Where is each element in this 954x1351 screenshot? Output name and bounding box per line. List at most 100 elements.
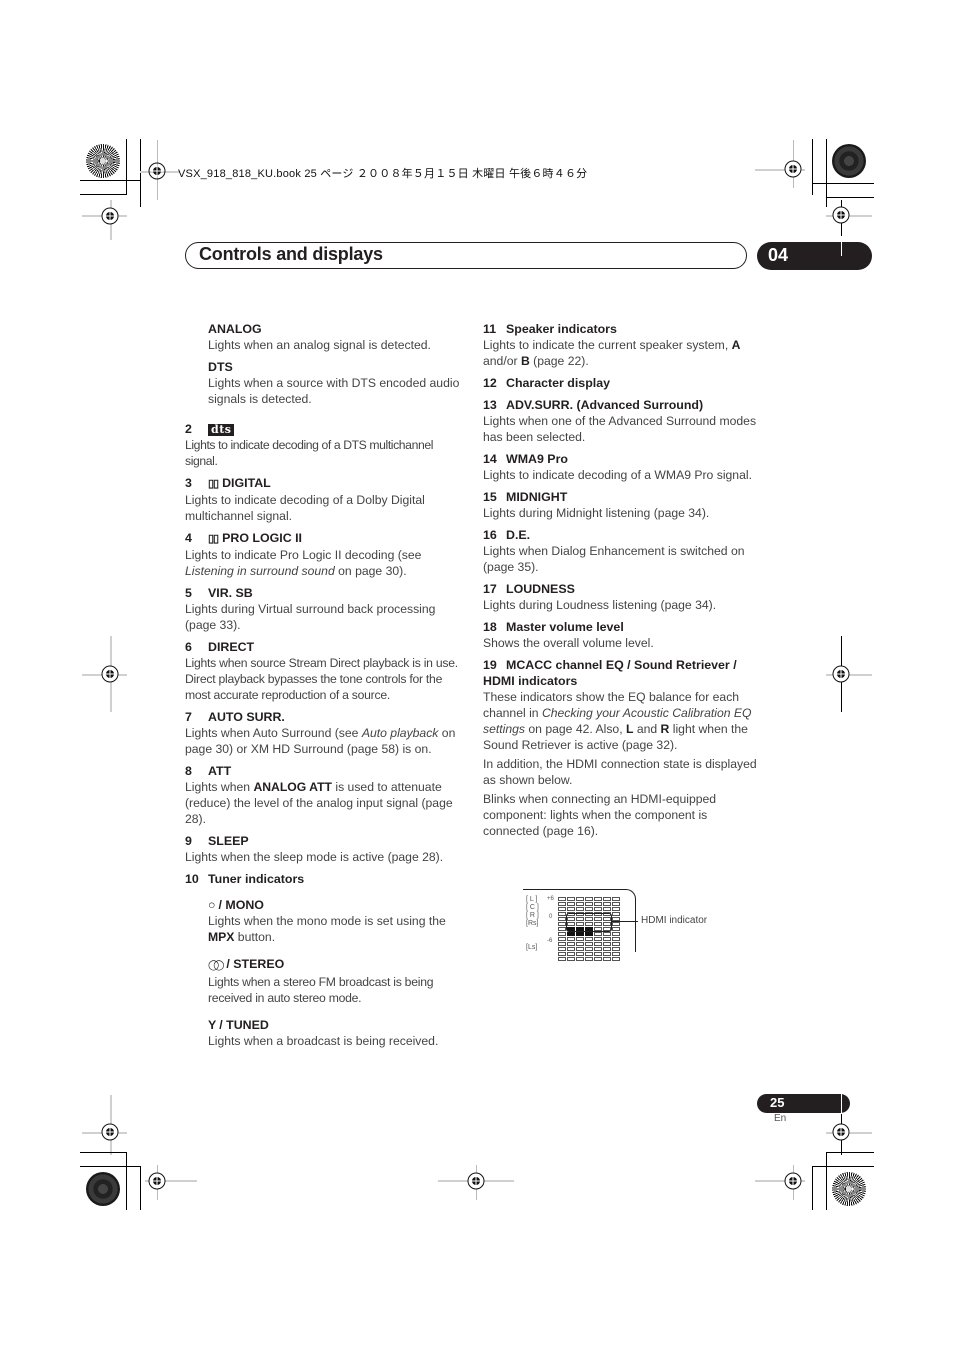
entry-number: 12 (483, 376, 497, 390)
registration-wheel-icon (832, 1172, 866, 1206)
eq-bar-cell (594, 902, 602, 906)
entry-title: Speaker indicators (506, 322, 617, 336)
eq-bar-cell (585, 902, 593, 906)
eq-bar-cell (585, 957, 593, 961)
eq-bar-cell (603, 942, 611, 946)
entry-number: 2 (185, 422, 192, 436)
eq-bar-cell (612, 907, 620, 911)
page-number: 25 (770, 1095, 785, 1110)
eq-bar-cell (558, 932, 566, 936)
entry-title: LOUDNESS (506, 582, 575, 596)
entry-description: Lights during Loudness listening (page 3… (483, 598, 717, 612)
entry-number: 11 (483, 322, 497, 336)
entry-dts: DTS Lights when a source with DTS encode… (185, 359, 467, 407)
eq-bar-cell (558, 912, 566, 916)
entry-number: 15 (483, 490, 497, 504)
entry-number: 8 (185, 764, 192, 778)
eq-bar-cell (576, 907, 584, 911)
eq-bar-column (558, 897, 566, 962)
entry-description: Lights when one of the Advanced Surround… (483, 414, 757, 444)
eq-bar-cell (612, 927, 620, 931)
entry-description: Shows the overall volume level. (483, 636, 654, 650)
entry-description: Lights to indicate the current speaker s… (483, 338, 741, 368)
eq-bar-cell (594, 952, 602, 956)
eq-bar-cell (594, 947, 602, 951)
hdmi-indicator-highlight (566, 913, 612, 932)
entry-title: Tuner indicators (208, 872, 305, 886)
registration-mark-icon (832, 206, 850, 224)
eq-bar-cell (576, 902, 584, 906)
eq-bar-cell (567, 907, 575, 911)
eq-bar-cell (558, 942, 566, 946)
entry-title: MCACC channel EQ / Sound Retriever / HDM… (483, 658, 737, 688)
registration-wheel-icon (832, 144, 866, 178)
eq-bar-cell (558, 957, 566, 961)
entry-9: 9 SLEEP Lights when the sleep mode is act… (185, 833, 467, 865)
eq-bar-cell (585, 907, 593, 911)
tuner-entry-mono: ○ / MONO Lights when the mono mode is set… (185, 897, 467, 945)
entry-title: VIR. SB (208, 586, 253, 600)
eq-bar-cell (567, 937, 575, 941)
entry-number: 13 (483, 398, 497, 412)
entry-title: Master volume level (506, 620, 624, 634)
entry-12: 12 Character display (483, 375, 765, 391)
entry-number: 10 (185, 872, 199, 886)
right-column: 11 Speaker indicators Lights to indicate … (483, 321, 765, 845)
registration-mark-icon (832, 665, 850, 683)
entry-description: Lights when a stereo FM broadcast is bei… (208, 975, 434, 1005)
dolby-icon: ▯▯ (208, 478, 219, 490)
entry-5: 5 VIR. SB Lights during Virtual surround … (185, 585, 467, 633)
entry-title: WMA9 Pro (506, 452, 568, 466)
entry-description: Lights when a broadcast is being receive… (208, 1034, 439, 1048)
hdmi-indicator-label: HDMI indicator (641, 915, 708, 926)
entry-number: 7 (185, 710, 192, 724)
entry-3: 3 ▯▯ DIGITAL Lights to indicate decoding o… (185, 475, 467, 524)
entry-description: Lights when Auto Surround (see Auto play… (185, 726, 456, 756)
eq-bar-cell (585, 932, 593, 936)
entry-4: 4 ▯▯ PRO LOGIC II Lights to indicate Pro L… (185, 530, 467, 579)
entry-title: Character display (506, 376, 610, 390)
left-column: ANALOG Lights when an analog signal is d… (185, 321, 467, 1055)
entry-19: 19 MCACC channel EQ / Sound Retriever / H… (483, 657, 765, 839)
channel-labels: [ L ] [ C ] [ R ] [Rs] [Ls] (526, 896, 539, 951)
dolby-icon: ▯▯ (208, 533, 219, 545)
mono-icon: ○ (208, 898, 216, 912)
tuned-icon: Y (208, 1018, 217, 1032)
registration-mark-icon (101, 1123, 119, 1141)
registration-mark-icon (832, 1123, 850, 1141)
entry-description: Lights during Virtual surround back proc… (185, 602, 436, 632)
entry-number: 4 (185, 531, 192, 545)
eq-bar-cell (558, 907, 566, 911)
entry-10: 10 Tuner indicators (185, 871, 467, 887)
eq-bar-cell (576, 942, 584, 946)
cross-reference: Auto playback (361, 726, 439, 740)
eq-bar-cell (594, 897, 602, 901)
entry-title: ATT (208, 764, 232, 778)
eq-bar-cell (558, 937, 566, 941)
entry-title: DTS (208, 360, 233, 374)
eq-bar-cell (567, 897, 575, 901)
entry-description: Lights during Midnight listening (page 3… (483, 506, 710, 520)
registration-wheel-icon (86, 144, 120, 178)
tuner-entry-stereo: ◯◯ / STEREO Lights when a stereo FM broad… (185, 956, 467, 1006)
entry-title: DIGITAL (222, 476, 271, 490)
eq-bar-cell (612, 957, 620, 961)
entry-number: 18 (483, 620, 497, 634)
eq-bar-cell (612, 922, 620, 926)
eq-bar-cell (612, 932, 620, 936)
eq-bar-cell (594, 957, 602, 961)
entry-17: 17 LOUDNESS Lights during Loudness listen… (483, 581, 765, 613)
entry-description: Lights when an analog signal is detected… (208, 338, 431, 352)
eq-bar-column (612, 897, 620, 962)
entry-analog: ANALOG Lights when an analog signal is d… (185, 321, 467, 353)
eq-bar-cell (603, 932, 611, 936)
eq-bar-cell (567, 952, 575, 956)
entry-title: D.E. (506, 528, 531, 542)
entry-description: Lights to indicate decoding of a Dolby D… (185, 493, 425, 523)
cross-reference: Listening in surround sound (185, 564, 335, 578)
entry-title: ANALOG (208, 322, 262, 336)
eq-bar-cell (594, 932, 602, 936)
eq-bar-cell (603, 902, 611, 906)
registration-mark-icon (467, 1172, 485, 1190)
entry-13: 13 ADV.SURR. (Advanced Surround) Lights w… (483, 397, 765, 445)
